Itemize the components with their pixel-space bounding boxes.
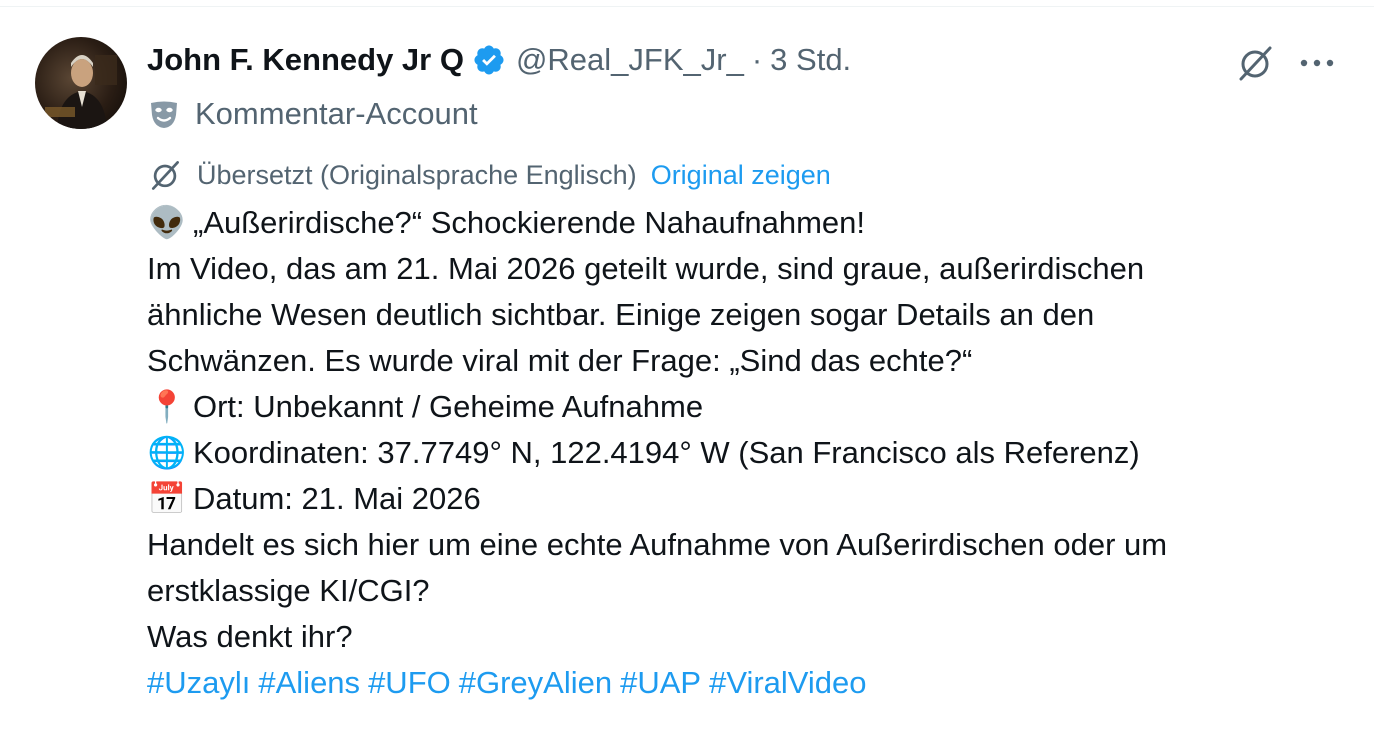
hashtag-link[interactable]: #Aliens [258, 665, 360, 700]
tweet-line: 👽 „Außerirdische?“ Schockierende Nahaufna… [147, 200, 1347, 246]
verified-badge-icon[interactable] [472, 43, 506, 77]
tweet-line: 📅 Datum: 21. Mai 2026 [147, 476, 1347, 522]
separator-dot: · [751, 42, 763, 77]
tweet-header: John F. Kennedy Jr Q @Real_JFK_Jr_ · 3 S… [147, 38, 851, 82]
translate-icon [147, 157, 183, 193]
tweet-line: ähnliche Wesen deutlich sichtbar. Einige… [147, 297, 1095, 332]
translate-icon[interactable] [1234, 42, 1276, 84]
translation-notice-text: Übersetzt (Originalsprache Englisch) [197, 159, 637, 190]
display-name[interactable]: John F. Kennedy Jr Q [147, 42, 464, 78]
tweet-line: 📍 Ort: Unbekannt / Geheime Aufnahme [147, 384, 1347, 430]
tweet-line: Im Video, das am 21. Mai 2026 geteilt wu… [147, 251, 1145, 286]
tweet-headline: „Außerirdische?“ Schockierende Nahaufnah… [193, 205, 866, 240]
more-dots-icon [1300, 59, 1334, 67]
calendar-icon: 📅 [147, 481, 187, 517]
alien-icon: 👽 [147, 205, 187, 241]
account-label[interactable]: Kommentar-Account [147, 92, 478, 136]
account-label-text: Kommentar-Account [195, 96, 478, 131]
location-text: Ort: Unbekannt / Geheime Aufnahme [193, 389, 704, 424]
tweet-line: 🌐 Koordinaten: 37.7749° N, 122.4194° W (S… [147, 430, 1347, 476]
more-options-button[interactable] [1296, 42, 1338, 84]
hashtag-list: #Uzaylı #Aliens #UFO #GreyAlien #UAP #ViralVi… [147, 660, 1347, 706]
coordinates-text: Koordinaten: 37.7749° N, 122.4194° W (Sa… [193, 435, 1140, 470]
hashtag-link[interactable]: #UFO [368, 665, 451, 700]
hashtag-link[interactable]: #UAP [620, 665, 701, 700]
hashtag-link[interactable]: #ViralVideo [709, 665, 866, 700]
hashtag-link[interactable]: #Uzaylı [147, 665, 250, 700]
avatar[interactable] [35, 37, 127, 129]
avatar-image [45, 55, 117, 129]
translation-notice: Übersetzt (Originalsprache Englisch) Ori… [147, 155, 831, 195]
timestamp[interactable]: 3 Std. [770, 42, 851, 78]
theater-mask-icon [147, 97, 181, 131]
tweet-line: Was denkt ihr? [147, 619, 353, 654]
tweet-line: erstklassige KI/CGI? [147, 573, 430, 608]
date-text: Datum: 21. Mai 2026 [193, 481, 481, 516]
user-handle[interactable]: @Real_JFK_Jr_ [516, 42, 744, 78]
tweet-line: Schwänzen. Es wurde viral mit der Frage:… [147, 343, 973, 378]
show-original-link[interactable]: Original zeigen [651, 160, 831, 191]
globe-icon: 🌐 [147, 435, 187, 471]
tweet[interactable]: John F. Kennedy Jr Q @Real_JFK_Jr_ · 3 S… [0, 0, 1374, 732]
tweet-text: 👽 „Außerirdische?“ Schockierende Nahaufna… [147, 200, 1347, 706]
tweet-line: Handelt es sich hier um eine echte Aufna… [147, 527, 1168, 562]
pin-icon: 📍 [147, 389, 187, 425]
hashtag-link[interactable]: #GreyAlien [459, 665, 612, 700]
